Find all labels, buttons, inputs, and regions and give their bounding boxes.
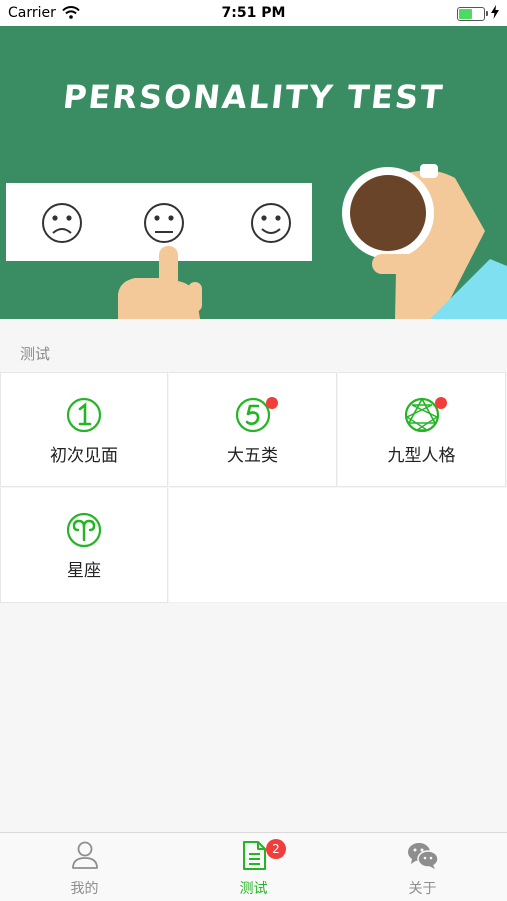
tab-label: 关于: [408, 881, 437, 897]
wechat-chat-icon: [407, 843, 439, 869]
status-time: 7:51 PM: [221, 5, 286, 21]
status-bar: Carrier 7:51 PM: [0, 0, 507, 26]
banner[interactable]: PERSONALITY TEST: [0, 26, 507, 319]
aries-zodiac-icon: [66, 512, 102, 548]
tab-label: 测试: [239, 881, 268, 897]
banner-title: PERSONALITY TEST: [61, 78, 446, 116]
new-dot-badge: [435, 397, 447, 409]
test-item-zodiac[interactable]: 星座: [0, 488, 168, 603]
banner-illustration: [6, 164, 507, 319]
person-icon: [71, 841, 98, 869]
tab-bar: 我的 测试 2 关于: [0, 832, 507, 901]
tab-mine[interactable]: 我的: [0, 833, 169, 901]
test-item-label: 初次见面: [50, 446, 118, 466]
test-grid: 初次见面 大五类 九型人格 星座: [0, 372, 507, 604]
test-item-label: 星座: [67, 561, 101, 581]
tab-label: 我的: [70, 881, 99, 897]
new-dot-badge: [266, 397, 278, 409]
document-icon: [242, 841, 266, 870]
section-title: 测试: [20, 345, 51, 363]
coffee-cup-illustration: [342, 164, 507, 319]
number-one-circle-icon: [66, 397, 102, 433]
grid-empty-area: [169, 488, 507, 603]
test-item-label: 九型人格: [387, 446, 456, 466]
test-item-first-meeting[interactable]: 初次见面: [0, 372, 168, 487]
tab-badge: 2: [266, 839, 286, 859]
tab-about[interactable]: 关于: [338, 833, 507, 901]
charging-bolt-icon: [491, 5, 499, 19]
test-item-enneagram[interactable]: 九型人格: [338, 372, 506, 487]
test-item-label: 大五类: [227, 446, 278, 466]
tab-test[interactable]: 测试: [169, 833, 338, 901]
battery-icon: [457, 7, 488, 21]
test-item-big-five[interactable]: 大五类: [169, 372, 337, 487]
